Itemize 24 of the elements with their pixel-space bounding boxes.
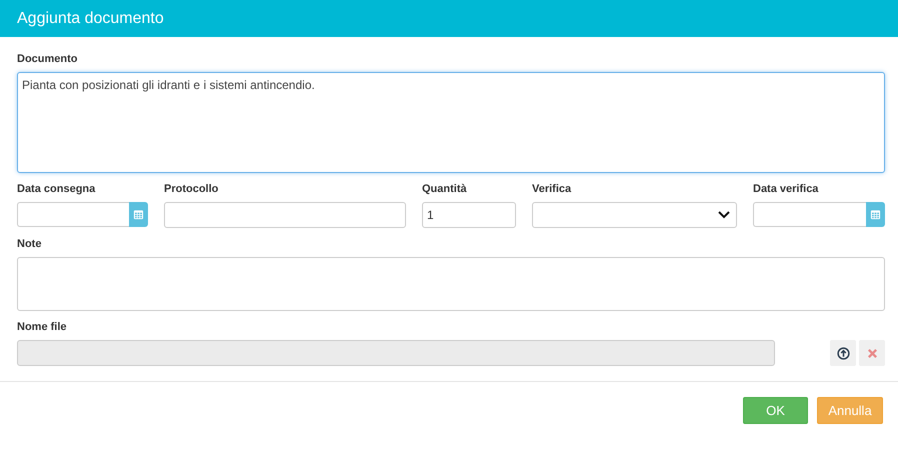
calendar-button[interactable] [129,202,148,227]
field-label: Protocollo [164,183,220,197]
chevron-down-icon [718,211,730,219]
field-label: Data consegna [17,183,96,197]
close-icon [866,348,878,358]
date-field[interactable] [17,202,129,227]
date-field[interactable] [753,202,866,227]
dropdown[interactable] [532,202,737,228]
text-area[interactable] [17,257,885,311]
calendar-button[interactable] [866,202,885,227]
text-area[interactable]: Pianta con posizionati gli idranti e i sistemi antincendio. [17,72,885,173]
field-label: Note [17,238,42,252]
field-label: Verifica [532,183,572,197]
field-label: Documento [17,53,78,67]
input-field[interactable] [164,202,406,228]
upload-icon [836,346,850,360]
input-field[interactable]: 1 [422,202,516,228]
field-label: Data verifica [753,183,820,197]
field-label: Quantità [422,183,468,197]
calendar-icon [870,209,881,220]
calendar-icon [133,209,144,220]
field-label: Nome file [17,321,68,335]
dialog-title: Aggiunta documento [17,10,164,28]
upload-button[interactable] [830,340,856,366]
